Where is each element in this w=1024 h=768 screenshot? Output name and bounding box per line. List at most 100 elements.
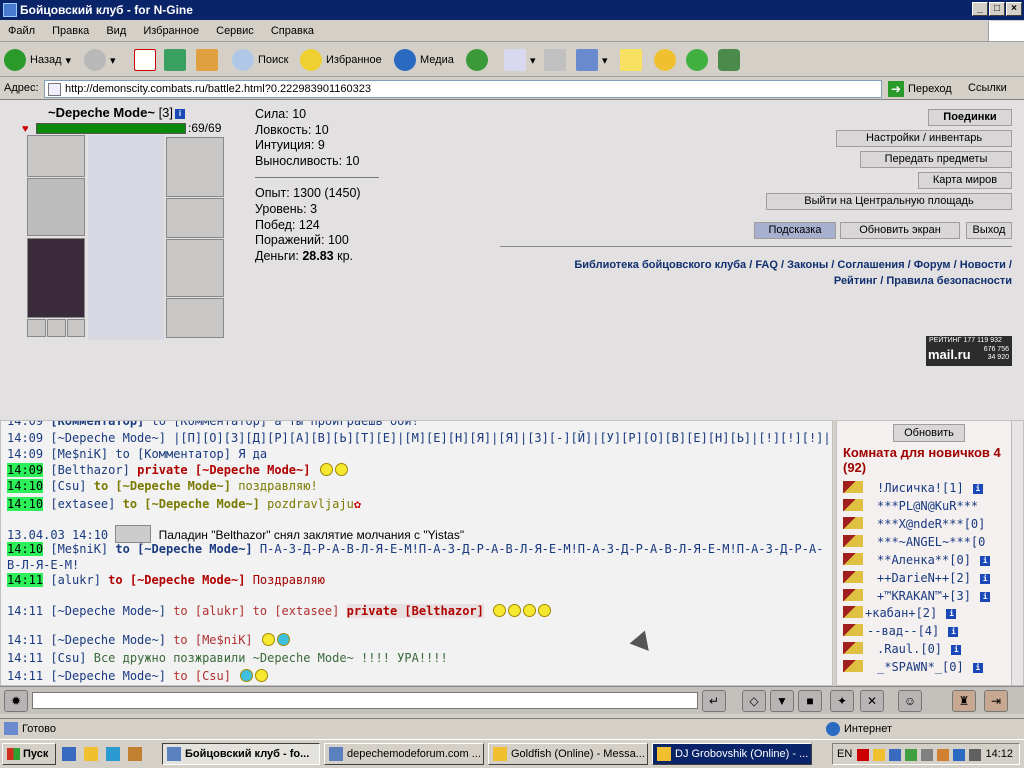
ie-quicklaunch-icon[interactable] [62,747,76,761]
user-list-item[interactable]: ***~ANGEL~***[0 [843,535,985,549]
icq-button[interactable] [686,47,708,73]
notes-button[interactable] [620,47,642,73]
extra-button[interactable] [718,47,740,73]
app-quicklaunch-icon[interactable] [106,747,120,761]
start-button[interactable]: Пуск [2,743,56,765]
user-list-item[interactable]: +кабан+[2] i [843,606,957,620]
clock[interactable]: 14:12 [985,748,1013,760]
save-icon[interactable]: ■ [798,690,822,712]
link-laws[interactable]: Законы [787,259,828,271]
room-scrollbar[interactable] [1011,421,1023,685]
menu-view[interactable]: Вид [98,20,132,37]
messenger-button[interactable] [654,47,676,73]
chevron-down-icon[interactable]: ▾ [66,54,72,67]
walk-icon[interactable]: ✦ [830,690,854,712]
link-security-rules[interactable]: Правила безопасности [886,275,1012,287]
minimize-button[interactable]: _ [972,2,988,16]
link-library[interactable]: Библиотека бойцовского клуба [574,259,746,271]
chevron-down-icon[interactable]: ▾ [110,54,116,67]
eraser-icon[interactable]: ◇ [742,690,766,712]
refresh-button[interactable] [164,47,186,73]
menu-file[interactable]: Файл [0,20,41,37]
pocket-slot-3[interactable] [67,319,85,337]
tray-icon[interactable] [953,749,965,761]
task-goldfish[interactable]: Goldfish (Online) - Messa... [488,743,648,765]
boots-slot-icon[interactable] [166,298,224,338]
go-button[interactable]: ➜ Переход [888,80,962,98]
close-button[interactable]: × [1006,2,1022,16]
home-button[interactable] [196,47,218,73]
search-button[interactable]: Поиск [232,47,288,73]
settings-inventory-button[interactable]: Настройки / инвентарь [836,130,1012,147]
tray-icon[interactable] [937,749,949,761]
armor-slot-chainmail-icon[interactable] [27,238,85,318]
user-list-item[interactable]: ***PL@N@KuR*** [843,499,978,513]
info-icon[interactable]: i [175,109,186,119]
links-button[interactable]: Ссылки [968,82,1007,94]
chevron-down-icon[interactable]: ▾ [530,54,536,67]
link-faq[interactable]: FAQ [755,259,778,271]
forward-button[interactable]: ▾ [84,47,116,73]
smiley-icon[interactable]: ☺ [898,690,922,712]
pocket-slot-1[interactable] [27,319,46,337]
media-button[interactable]: Медиа [394,47,454,73]
language-indicator[interactable]: EN [837,748,852,760]
tray-icon[interactable] [921,749,933,761]
gloves-slot-icon[interactable] [166,198,224,238]
chat-input[interactable] [32,692,698,709]
send-icon[interactable]: ↵ [702,690,726,712]
tray-icon[interactable] [905,749,917,761]
edit-button[interactable]: ▾ [576,47,608,73]
tray-icon[interactable] [857,749,869,761]
link-forum[interactable]: Форум [914,259,951,271]
rating-badge[interactable]: РЕЙТИНГ 177 119 932 mail.ru 676 756 34 92… [926,336,1012,366]
exit-button[interactable]: Выход [966,222,1012,239]
speaker-icon[interactable] [969,749,981,761]
world-map-button[interactable]: Карта миров [918,172,1012,189]
task-combats[interactable]: Бойцовский клуб - fo... [162,743,320,765]
task-dj-grobovshik[interactable]: DJ Grobovshik (Online) - ... [652,743,812,765]
trophy-icon[interactable]: ♜ [952,690,976,712]
filter-icon[interactable]: ▼ [770,690,794,712]
messenger-quicklaunch-icon[interactable] [84,747,98,761]
tool-quicklaunch-icon[interactable] [128,747,142,761]
print-button[interactable] [544,47,566,73]
exit-door-icon[interactable]: ⇥ [984,690,1008,712]
shield-slot-icon[interactable] [166,239,224,297]
room-refresh-button[interactable]: Обновить [893,424,965,442]
menu-favorites[interactable]: Избранное [135,20,205,37]
chevron-down-icon[interactable]: ▾ [602,54,608,67]
refresh-screen-button[interactable]: Обновить экран [840,222,960,239]
weapon-slot-dagger-icon[interactable] [27,178,85,236]
duels-button[interactable]: Поединки [928,109,1012,126]
maximize-button[interactable]: □ [989,2,1005,16]
user-list-item[interactable]: .Raul.[0] i [843,642,962,656]
menu-edit[interactable]: Правка [44,20,95,37]
history-button[interactable] [466,47,488,73]
tray-icon[interactable] [889,749,901,761]
tray-icon[interactable] [873,749,885,761]
ring-slot[interactable] [27,135,85,177]
back-button[interactable]: Назад ▾ [4,47,71,73]
user-list-item[interactable]: _*SPAWN*_[0] i [843,660,983,674]
cancel-icon[interactable]: ✕ [860,690,884,712]
menu-tools[interactable]: Сервис [208,20,260,37]
mail-button[interactable]: ▾ [504,47,536,73]
user-list-item[interactable]: **Аленка**[0] i [843,553,991,567]
task-forum[interactable]: depechemodeforum.com ... [324,743,484,765]
user-list-item[interactable]: !Лисичка![1] i [843,481,983,495]
stop-button[interactable] [134,47,156,73]
user-list-item[interactable]: ++DarieN++[2] i [843,571,991,585]
user-list-item[interactable]: +™KRAKAN™+[3] i [843,589,991,603]
menu-help[interactable]: Справка [263,20,320,37]
address-input[interactable]: http://demonscity.combats.ru/battle2.htm… [44,80,882,98]
helmet-slot-icon[interactable] [166,137,224,197]
user-list-item[interactable]: --вад--[4] i [843,624,959,638]
favorites-button[interactable]: Избранное [300,47,382,73]
hint-button[interactable]: Подсказка [754,222,836,239]
user-list-item[interactable]: ***X@ndeR***[0] [843,517,985,531]
transfer-items-button[interactable]: Передать предметы [860,151,1012,168]
pocket-slot-2[interactable] [47,319,66,337]
link-agreements[interactable]: Соглашения [837,259,904,271]
link-rating[interactable]: Рейтинг [834,275,877,287]
